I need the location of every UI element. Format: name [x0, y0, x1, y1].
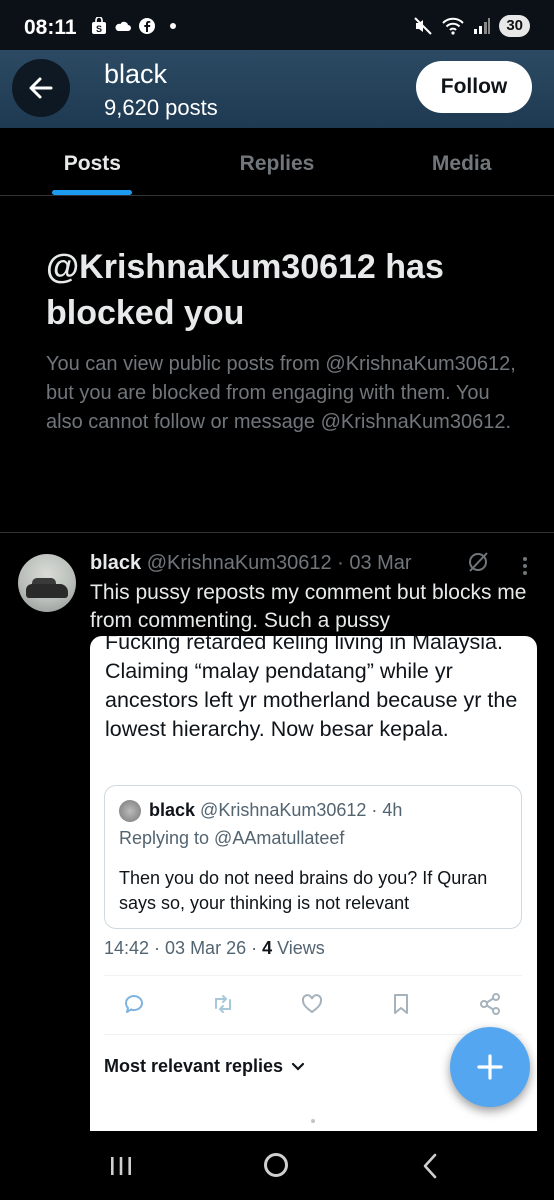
post-meta: @KrishnaKum30612 · 03 Mar	[146, 552, 412, 574]
nav-back-icon[interactable]	[420, 1152, 440, 1180]
profile-tabs: Posts Replies Media	[0, 128, 554, 196]
share-icon	[480, 993, 500, 1015]
status-time: 08:11	[24, 16, 77, 39]
recents-icon[interactable]	[108, 1155, 134, 1177]
arrow-left-icon	[29, 77, 53, 99]
quoted-header: black @KrishnaKum30612 · 4h	[149, 800, 402, 821]
tab-media[interactable]: Media	[369, 128, 554, 195]
embedded-views-label: Views	[272, 938, 325, 958]
profile-name: black	[104, 59, 168, 89]
embedded-time: 14:42 · 03 Mar 26 ·	[104, 938, 263, 958]
shopping-bag-icon: S	[92, 17, 106, 34]
mute-icon	[414, 17, 433, 35]
post-count: 9,620 posts	[104, 95, 218, 120]
section-divider	[0, 532, 554, 533]
embedded-divider	[104, 975, 522, 976]
blocked-title: @KrishnaKum30612 has blocked you	[46, 248, 444, 332]
system-status: 30	[413, 15, 530, 37]
notification-icons: S	[90, 17, 176, 35]
battery-indicator: 30	[499, 15, 530, 37]
quoted-author-name: black	[149, 800, 196, 820]
quoted-avatar	[119, 800, 141, 822]
repost-icon	[215, 995, 231, 1013]
grok-icon[interactable]	[466, 550, 490, 574]
embedded-action-bar	[104, 992, 522, 1018]
post-author-name[interactable]: black	[90, 552, 141, 574]
more-notifications-dot	[170, 23, 176, 29]
replies-sort-label: Most relevant replies	[104, 1056, 284, 1076]
tab-replies[interactable]: Replies	[185, 128, 370, 195]
more-vertical-icon[interactable]	[518, 554, 532, 578]
replies-sort-dropdown[interactable]: Most relevant replies	[104, 1056, 305, 1077]
quoted-replying-to: Replying to @AAmatullateef	[119, 828, 345, 848]
back-button[interactable]	[12, 59, 70, 117]
bookmark-icon	[394, 994, 408, 1014]
facebook-icon	[139, 18, 155, 34]
profile-header: black 9,620 posts Follow	[0, 50, 554, 128]
active-tab-indicator	[52, 190, 132, 195]
reply-icon	[125, 995, 143, 1013]
quoted-text: Then you do not need brains do you? If Q…	[119, 868, 488, 913]
embedded-views-count: 4	[262, 938, 273, 958]
avatar-car-body	[26, 584, 68, 598]
embedded-divider-2	[104, 1034, 522, 1035]
plus-icon	[477, 1054, 503, 1080]
quoted-meta: @KrishnaKum30612 · 4h	[200, 800, 403, 820]
quoted-post[interactable]: black @KrishnaKum30612 · 4h Replying to …	[104, 785, 522, 929]
heart-icon	[301, 994, 323, 1014]
signal-icon	[474, 18, 491, 34]
svg-text:S: S	[96, 24, 102, 34]
embedded-post-text: Fucking retarded keling living in Malays…	[105, 636, 518, 741]
wifi-icon	[442, 17, 465, 35]
tab-posts[interactable]: Posts	[0, 128, 185, 195]
follow-button[interactable]: Follow	[416, 61, 532, 113]
scroll-dot	[311, 1119, 315, 1123]
avatar[interactable]	[18, 554, 76, 612]
status-bar: 08:11 S 30	[0, 0, 554, 50]
chevron-down-icon	[291, 1062, 305, 1071]
post-header: black @KrishnaKum30612 · 03 Mar	[90, 552, 412, 575]
post-text: This pussy reposts my comment but blocks…	[90, 581, 527, 632]
blocked-description: You can view public posts from @KrishnaK…	[46, 353, 516, 433]
system-nav-bar	[0, 1131, 554, 1200]
embedded-timestamp: 14:42 · 03 Mar 26 · 4 Views	[104, 938, 325, 959]
compose-button[interactable]	[450, 1027, 530, 1107]
home-icon[interactable]	[264, 1153, 288, 1177]
cloud-icon	[115, 21, 131, 31]
